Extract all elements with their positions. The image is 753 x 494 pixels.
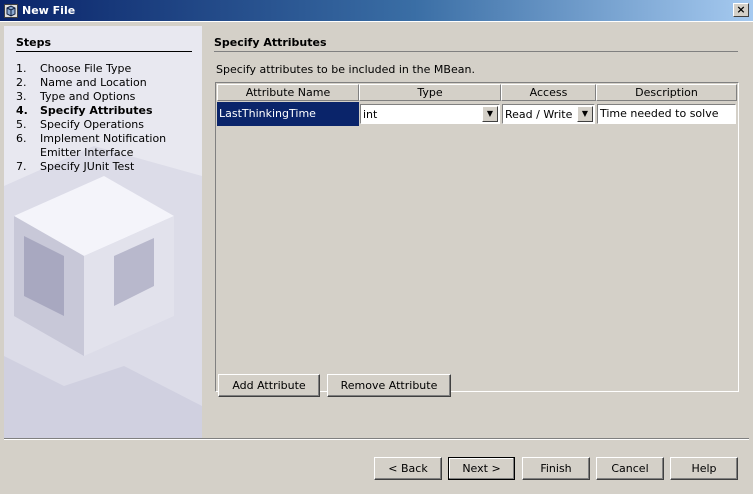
column-header-type[interactable]: Type — [359, 84, 501, 101]
back-button[interactable]: < Back — [374, 457, 442, 480]
access-value: Read / Write — [505, 108, 573, 121]
remove-attribute-button[interactable]: Remove Attribute — [327, 374, 451, 397]
step-label: Type and Options — [40, 90, 136, 103]
table-header: Attribute Name Type Access Description — [217, 84, 737, 101]
access-select[interactable]: Read / Write ▼ — [502, 104, 595, 124]
next-button[interactable]: Next > — [448, 457, 515, 480]
title-bar: New File × — [0, 0, 753, 22]
steps-title: Steps — [16, 36, 192, 52]
type-select[interactable]: int ▼ — [360, 104, 500, 124]
step-item: 2. Name and Location — [16, 76, 190, 90]
step-item: 5. Specify Operations — [16, 118, 190, 132]
step-label: Implement Notification Emitter Interface — [40, 132, 167, 159]
step-label: Specify Attributes — [40, 104, 153, 117]
type-value: int — [363, 108, 378, 121]
steps-list: 1. Choose File Type 2. Name and Location… — [16, 62, 190, 174]
step-label: Specify Operations — [40, 118, 144, 131]
instruction-text: Specify attributes to be included in the… — [216, 63, 475, 76]
access-cell: Read / Write ▼ — [501, 102, 596, 126]
attribute-name-cell[interactable]: LastThinkingTime — [217, 102, 359, 126]
column-header-access[interactable]: Access — [501, 84, 596, 101]
chevron-down-icon[interactable]: ▼ — [577, 106, 593, 122]
step-number: 3. — [16, 90, 27, 103]
step-label: Choose File Type — [40, 62, 132, 75]
step-number: 7. — [16, 160, 27, 173]
step-item: 6. Implement Notification Emitter Interf… — [16, 132, 190, 160]
step-label: Name and Location — [40, 76, 147, 89]
step-number: 2. — [16, 76, 27, 89]
type-cell: int ▼ — [359, 102, 501, 126]
step-item-current: 4. Specify Attributes — [16, 104, 190, 118]
window-title: New File — [22, 4, 76, 17]
netbeans-app-icon — [4, 4, 18, 18]
footer-separator — [4, 438, 749, 440]
description-cell: Time needed to solve — [596, 102, 737, 126]
step-item: 3. Type and Options — [16, 90, 190, 104]
step-number: 5. — [16, 118, 27, 131]
chevron-down-icon[interactable]: ▼ — [482, 106, 498, 122]
cancel-button[interactable]: Cancel — [596, 457, 664, 480]
column-header-attribute-name[interactable]: Attribute Name — [217, 84, 359, 101]
main-panel: Specify Attributes Specify attributes to… — [210, 26, 742, 438]
step-number: 4. — [16, 104, 28, 117]
step-number: 6. — [16, 132, 27, 145]
add-attribute-button[interactable]: Add Attribute — [218, 374, 320, 397]
step-item: 7. Specify JUnit Test — [16, 160, 190, 174]
finish-button[interactable]: Finish — [522, 457, 590, 480]
description-field[interactable]: Time needed to solve — [597, 104, 736, 124]
table-row[interactable]: LastThinkingTime int ▼ Read / Write ▼ Ti… — [217, 102, 737, 126]
step-item: 1. Choose File Type — [16, 62, 190, 76]
new-file-dialog: New File × Steps 1. Choose File Type 2. … — [0, 0, 753, 494]
help-button[interactable]: Help — [670, 457, 738, 480]
page-title: Specify Attributes — [214, 36, 738, 52]
steps-panel: Steps 1. Choose File Type 2. Name and Lo… — [4, 26, 202, 438]
attributes-table: Attribute Name Type Access Description L… — [215, 82, 739, 392]
close-icon[interactable]: × — [733, 3, 749, 17]
step-number: 1. — [16, 62, 27, 75]
step-label: Specify JUnit Test — [40, 160, 135, 173]
column-header-description[interactable]: Description — [596, 84, 737, 101]
